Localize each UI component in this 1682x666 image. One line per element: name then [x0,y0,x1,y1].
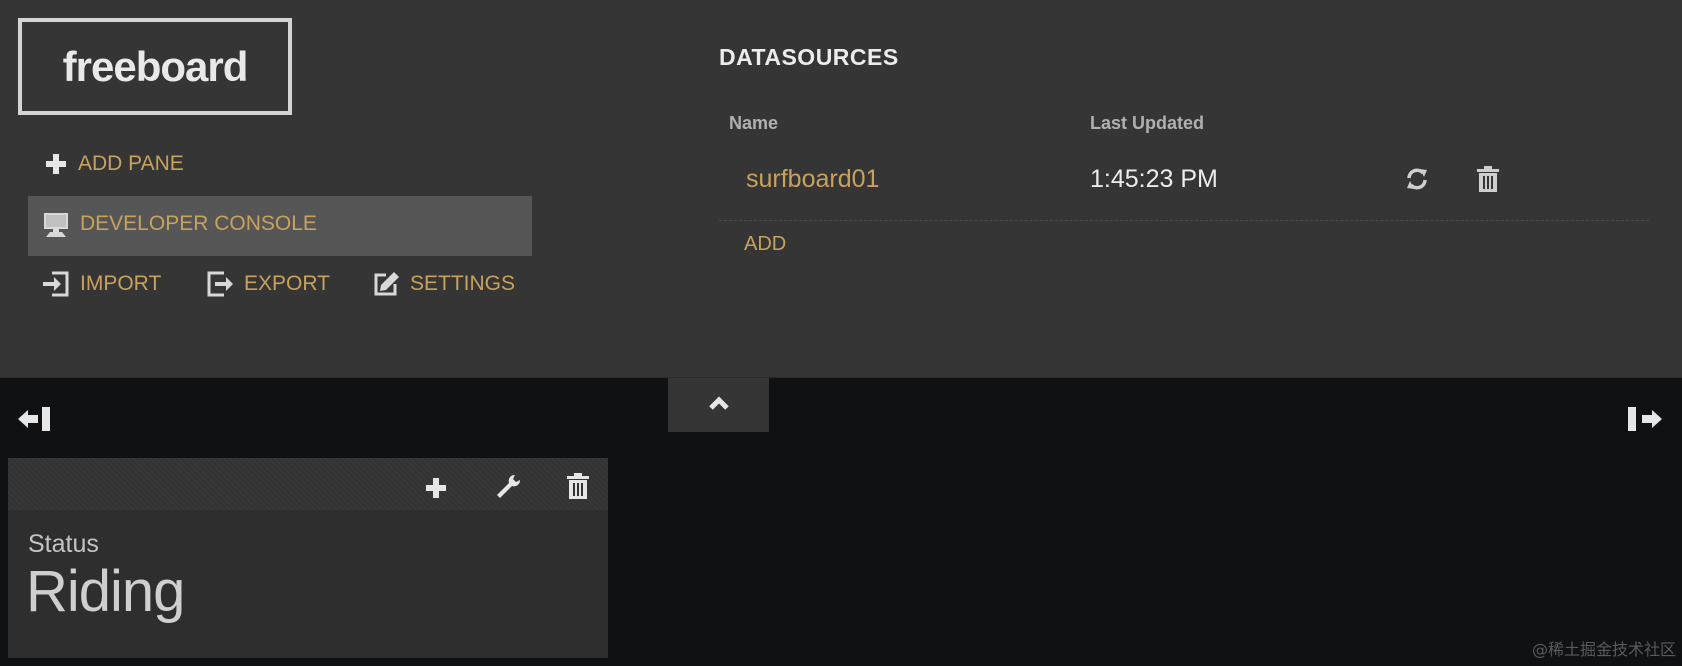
import-button[interactable]: IMPORT [42,270,161,298]
edit-icon [372,270,400,298]
export-icon [206,270,234,298]
datasource-column-name: Name [729,113,779,133]
settings-label: SETTINGS [410,272,516,295]
arrow-right-bar-icon[interactable] [1626,404,1664,439]
header-panel: freeboard ADD PANE DEVELOPER CONSOLE IMP… [0,0,1682,378]
datasource-column-last-updated: Last Updated [1090,113,1205,133]
add-pane-label: ADD PANE [78,152,184,175]
pane-trash-icon[interactable] [566,472,590,505]
wrench-icon[interactable] [494,473,522,506]
datasource-name-link[interactable]: surfboard01 [746,165,879,194]
logo: freeboard [18,18,292,115]
datasource-divider [719,220,1649,221]
widget-title: Status [28,530,99,558]
add-pane-button[interactable]: ADD PANE [44,152,184,176]
refresh-icon[interactable] [1404,166,1430,197]
pane-add-widget-plus-icon[interactable] [424,476,448,505]
export-button[interactable]: EXPORT [206,270,330,298]
monitor-icon [42,210,70,238]
import-label: IMPORT [80,272,162,295]
datasource-last-updated: 1:45:23 PM [1090,165,1218,193]
logo-text: freeboard [62,42,249,90]
datasource-trash-icon[interactable] [1476,165,1500,198]
pane: Status Riding [8,458,608,658]
plus-icon [44,152,68,176]
import-icon [42,270,70,298]
developer-console-button[interactable]: DEVELOPER CONSOLE [42,210,317,238]
widget-value: Riding [26,559,185,624]
developer-console-label: DEVELOPER CONSOLE [80,212,317,235]
export-label: EXPORT [244,272,330,295]
settings-button[interactable]: SETTINGS [372,270,515,298]
arrow-left-bar-icon[interactable] [16,404,54,439]
add-datasource-button[interactable]: ADD [744,233,786,256]
datasources-title: DATASOURCES [719,44,899,70]
chevron-up-icon [707,394,731,417]
watermark: @稀土掘金技术社区 [1531,640,1676,659]
collapse-header-button[interactable] [668,378,769,432]
